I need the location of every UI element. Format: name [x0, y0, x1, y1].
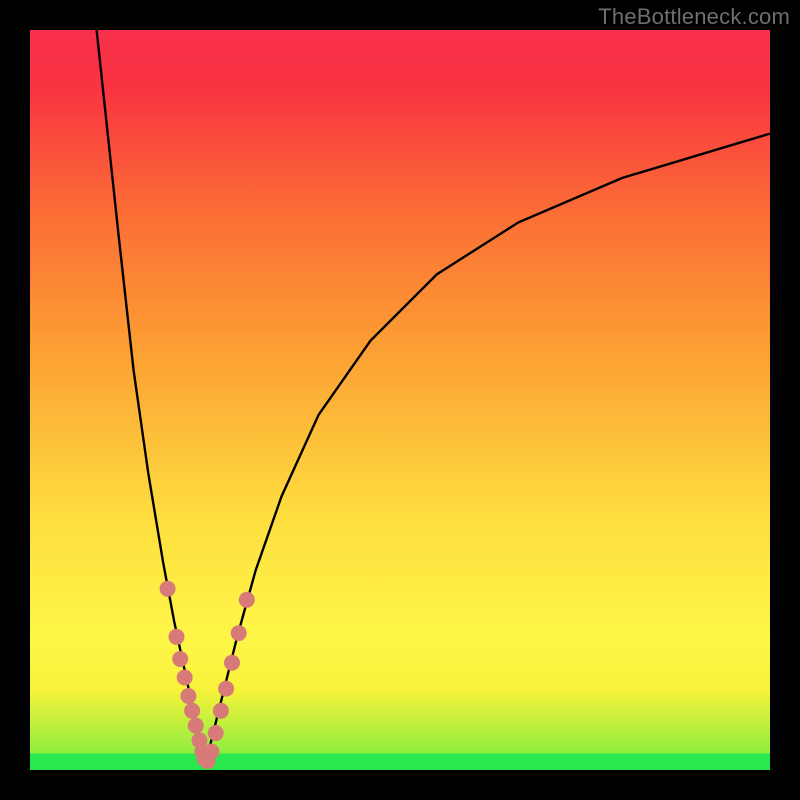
dot — [208, 725, 224, 741]
watermark-text: TheBottleneck.com — [598, 4, 790, 30]
bottleneck-curve-right — [205, 134, 770, 763]
bottleneck-curve-left — [97, 30, 206, 763]
plot-area — [30, 30, 770, 770]
dot — [231, 625, 247, 641]
curve-layer — [30, 30, 770, 770]
dot — [224, 655, 240, 671]
dot — [218, 681, 234, 697]
dot — [169, 629, 185, 645]
chart-frame: TheBottleneck.com — [0, 0, 800, 800]
dot — [184, 703, 200, 719]
dot — [160, 581, 176, 597]
dot — [172, 651, 188, 667]
highlight-dots — [160, 581, 255, 769]
dot — [239, 592, 255, 608]
dot — [180, 688, 196, 704]
dot — [188, 718, 204, 734]
dot — [177, 670, 193, 686]
dot — [203, 744, 219, 760]
dot — [213, 703, 229, 719]
